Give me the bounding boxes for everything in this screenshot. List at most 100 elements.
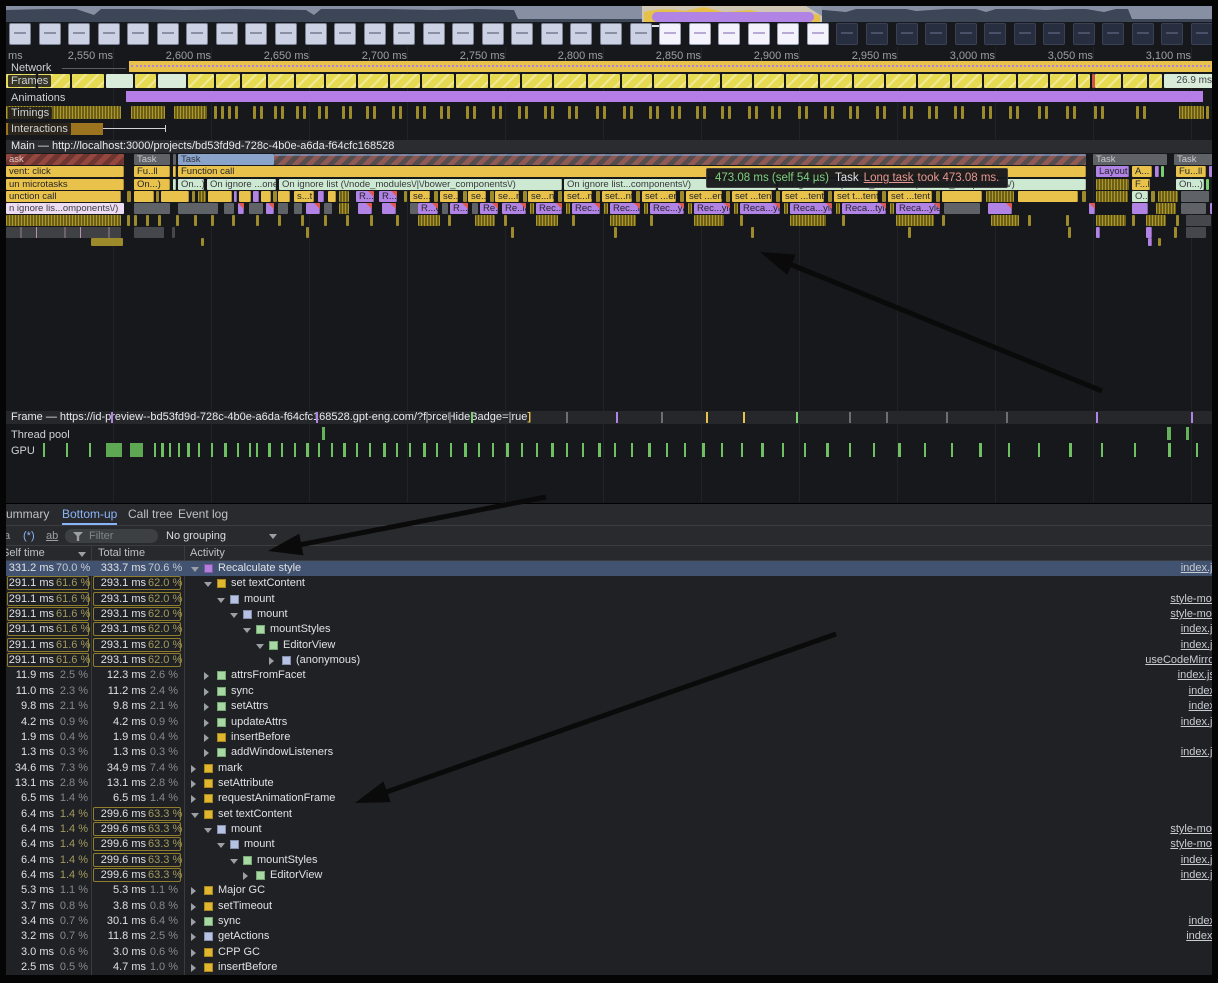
timing-mark[interactable]	[935, 106, 938, 119]
gpu-tick[interactable]	[566, 443, 568, 457]
filmstrip-thumbnail[interactable]	[807, 23, 829, 45]
timing-mark[interactable]	[342, 106, 345, 119]
timing-mark[interactable]	[1016, 106, 1019, 119]
table-row[interactable]: 11.9 ms2.5 %12.3 ms2.6 %attrsFromFacetin…	[6, 668, 1212, 683]
flame-event[interactable]: vent: click	[6, 166, 124, 177]
gpu-tick[interactable]	[211, 443, 213, 457]
gpu-tick[interactable]	[331, 443, 333, 457]
gpu-tick[interactable]	[450, 443, 452, 457]
gpu-tick[interactable]	[396, 443, 398, 457]
gpu-tick[interactable]	[614, 443, 616, 457]
flame-event[interactable]	[158, 215, 161, 226]
flame-event[interactable]	[278, 191, 290, 202]
flame-event[interactable]	[249, 203, 263, 214]
gpu-tick[interactable]	[849, 443, 851, 457]
source-link[interactable]: index.js	[1181, 715, 1212, 730]
flame-event[interactable]	[936, 191, 940, 202]
flame-event[interactable]	[463, 191, 467, 202]
flame-event[interactable]: set ...ent	[686, 191, 722, 202]
filmstrip-thumbnail[interactable]	[955, 23, 977, 45]
filmstrip-thumbnail[interactable]	[334, 23, 356, 45]
timing-mark[interactable]	[551, 106, 554, 119]
flame-event[interactable]	[566, 203, 570, 214]
flame-event[interactable]	[1146, 227, 1152, 238]
flame-event[interactable]	[475, 215, 495, 226]
gpu-tick[interactable]	[826, 443, 829, 457]
flame-event[interactable]	[644, 203, 648, 214]
tab-summary[interactable]: Summary	[6, 504, 49, 525]
flame-event[interactable]	[790, 215, 826, 226]
gpu-tick[interactable]	[951, 443, 953, 457]
flame-event[interactable]: R...	[356, 191, 374, 202]
frame-segment[interactable]	[952, 74, 982, 88]
flame-event[interactable]	[194, 215, 197, 226]
flame-event[interactable]	[278, 215, 281, 226]
flame-event[interactable]	[694, 215, 724, 226]
flame-event[interactable]	[6, 215, 121, 226]
gpu-tick[interactable]	[343, 443, 346, 457]
flame-event[interactable]	[1068, 227, 1071, 238]
flame-event[interactable]	[134, 227, 164, 238]
source-link[interactable]: style-mod	[1170, 822, 1212, 837]
filmstrip-thumbnail[interactable]	[216, 23, 238, 45]
collapse-icon[interactable]	[230, 859, 238, 864]
flame-event[interactable]	[991, 215, 1019, 226]
timing-mark[interactable]	[671, 106, 674, 119]
flame-event[interactable]	[442, 203, 448, 214]
gpu-tick[interactable]	[492, 443, 494, 457]
timing-mark[interactable]	[214, 106, 217, 119]
table-row[interactable]: 34.6 ms7.3 %34.9 ms7.4 %mark	[6, 761, 1212, 776]
flame-event[interactable]	[572, 215, 575, 226]
flame-event[interactable]	[942, 215, 945, 226]
flame-event[interactable]	[882, 191, 886, 202]
source-link[interactable]: style-mod	[1170, 837, 1212, 852]
filmstrip-thumbnail[interactable]	[748, 23, 770, 45]
filter-input[interactable]	[87, 529, 153, 543]
timing-mark[interactable]	[274, 106, 277, 119]
flame-event[interactable]	[1161, 166, 1164, 177]
flame-event[interactable]	[734, 203, 738, 214]
gpu-tick[interactable]	[43, 443, 45, 457]
filmstrip-thumbnail[interactable]	[452, 23, 474, 45]
frame-segment[interactable]	[296, 74, 324, 88]
expand-icon[interactable]	[191, 765, 196, 773]
filmstrip-thumbnail[interactable]	[718, 23, 740, 45]
gpu-tick[interactable]	[409, 443, 411, 457]
main-thread-header[interactable]: Main — http://localhost:3000/projects/bd…	[6, 140, 1212, 153]
source-link[interactable]: style-mod	[1170, 592, 1212, 607]
flame-event[interactable]	[942, 191, 982, 202]
timing-mark[interactable]	[849, 106, 852, 119]
filmstrip-thumbnail[interactable]	[511, 23, 533, 45]
flame-event[interactable]	[198, 191, 206, 202]
timing-mark[interactable]	[1073, 106, 1076, 119]
timing-mark[interactable]	[596, 106, 599, 119]
flame-event[interactable]	[161, 191, 189, 202]
timing-mark[interactable]	[703, 106, 706, 119]
frame-segment[interactable]	[268, 74, 294, 88]
flame-event[interactable]	[232, 215, 235, 226]
timing-mark[interactable]	[575, 106, 578, 119]
frame-event-tick[interactable]	[1006, 412, 1008, 423]
flame-event[interactable]	[192, 191, 195, 202]
flame-event[interactable]	[253, 191, 259, 202]
timing-mark[interactable]	[1038, 106, 1041, 119]
timing-mark[interactable]	[728, 106, 731, 119]
flame-event[interactable]	[986, 191, 1014, 202]
flame-event[interactable]	[273, 191, 277, 202]
flame-event[interactable]: Fu...ll	[1176, 166, 1206, 177]
flame-event[interactable]	[1186, 215, 1211, 226]
flame-event[interactable]	[339, 203, 349, 214]
frame-event-tick[interactable]	[849, 412, 851, 423]
expand-icon[interactable]	[191, 918, 196, 926]
flame-event[interactable]	[842, 215, 845, 226]
table-row[interactable]: 5.3 ms1.1 %5.3 ms1.1 %Major GC	[6, 883, 1212, 898]
timing-mark[interactable]	[281, 106, 284, 119]
flame-event[interactable]	[418, 215, 440, 226]
flame-event[interactable]: O...	[1132, 191, 1148, 202]
gpu-tick[interactable]	[249, 443, 251, 457]
frame-event-tick[interactable]	[449, 412, 451, 423]
frame-segment[interactable]	[854, 74, 884, 88]
flame-event[interactable]	[680, 191, 684, 202]
frame-segment[interactable]	[242, 74, 266, 88]
table-row[interactable]: 291.1 ms61.6 %293.1 ms62.0 %(anonymous)u…	[6, 653, 1212, 668]
